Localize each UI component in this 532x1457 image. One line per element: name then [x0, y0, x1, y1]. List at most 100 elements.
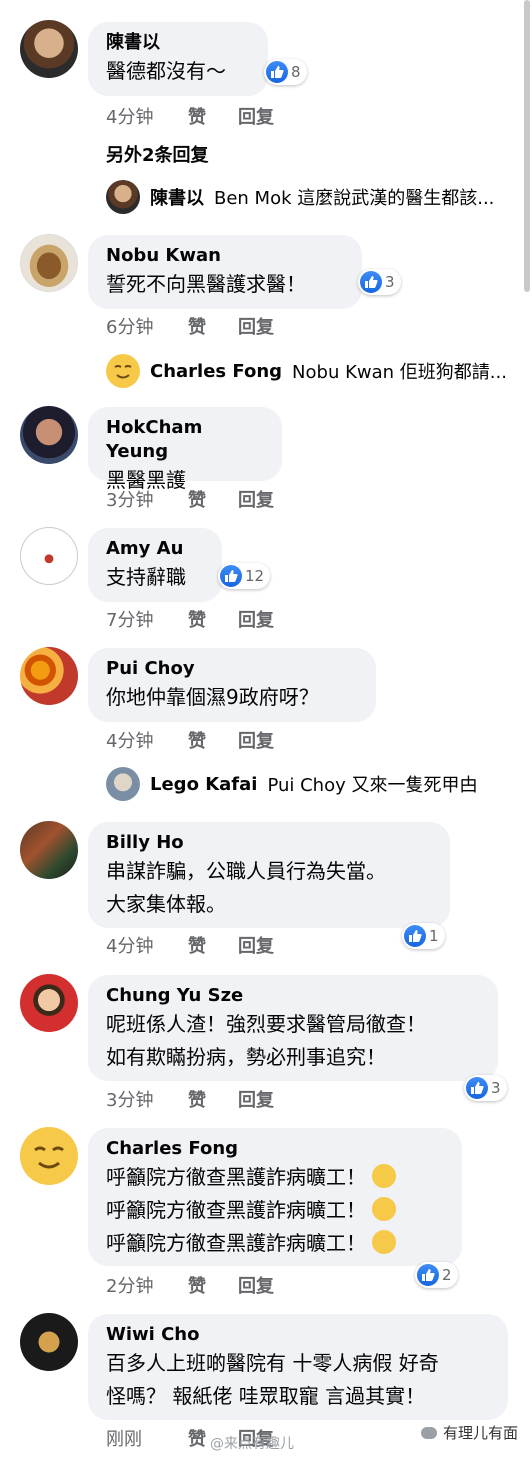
- thumbs-up-icon: [466, 1077, 488, 1099]
- comment-line: 呼籲院方徹查黑護詐病曠工！: [106, 1231, 366, 1255]
- comment-text: 怪嗎？ 報紙佬 哇眾取寵 言過其實！: [106, 1384, 426, 1408]
- like-button[interactable]: 赞: [188, 727, 238, 753]
- comment-bubble: Billy Ho 串謀詐騙，公職人員行為失當。 大家集体報。: [88, 822, 450, 928]
- comment-actions: 2分钟 赞 回复: [106, 1272, 298, 1298]
- comment-line: 呼籲院方徹查黑護詐病曠工！: [106, 1198, 366, 1222]
- avatar[interactable]: [20, 406, 78, 464]
- comment-author[interactable]: HokCham Yeung: [106, 416, 264, 464]
- comment-bubble: Charles Fong 呼籲院方徹查黑護詐病曠工！ 呼籲院方徹查黑護詐病曠工！…: [88, 1128, 462, 1266]
- reply-author: Lego Kafai: [150, 773, 258, 795]
- thumbs-up-icon: [417, 1264, 439, 1286]
- reaction-count[interactable]: 3: [464, 1075, 507, 1101]
- reaction-number: 2: [442, 1266, 452, 1284]
- reaction-count[interactable]: 12: [218, 563, 271, 589]
- like-button[interactable]: 赞: [188, 1086, 238, 1112]
- reply-button[interactable]: 回复: [238, 932, 298, 958]
- reply-author: Charles Fong: [150, 360, 283, 382]
- reply-preview[interactable]: Lego Kafai Pui Choy 又來一隻死甲甴: [106, 767, 516, 801]
- relieved-face-icon: [372, 1164, 397, 1188]
- reaction-count[interactable]: 3: [358, 269, 401, 295]
- like-button[interactable]: 赞: [188, 103, 238, 129]
- comment-text: 醫德都沒有～: [106, 59, 226, 83]
- comment-text: 呢班係人渣！強烈要求醫管局徹查！: [106, 1012, 426, 1036]
- reaction-count[interactable]: 8: [264, 59, 307, 85]
- comment-author[interactable]: Amy Au: [106, 537, 204, 561]
- like-button[interactable]: 赞: [188, 1272, 238, 1298]
- wechat-icon: [420, 1426, 437, 1439]
- reply-button[interactable]: 回复: [238, 1086, 298, 1112]
- reaction-number: 3: [385, 273, 395, 291]
- like-button[interactable]: 赞: [188, 313, 238, 339]
- comment-bubble: Nobu Kwan 誓死不向黑醫護求醫！: [88, 235, 362, 309]
- comment-text: 如有欺瞞扮病，勢必刑事追究！: [106, 1045, 386, 1069]
- avatar: [106, 767, 140, 801]
- scrollbar[interactable]: [524, 0, 530, 292]
- comment-author[interactable]: Billy Ho: [106, 831, 432, 855]
- comment-text: 百多人上班啲醫院有 十零人病假 好奇: [106, 1351, 439, 1375]
- smiling-face-icon: [106, 354, 140, 388]
- relieved-face-icon: [372, 1230, 397, 1254]
- reply-text: Nobu Kwan 佢班狗都請...: [292, 362, 507, 383]
- comment-time[interactable]: 4分钟: [106, 103, 188, 129]
- wechat-watermark: 有理儿有面: [420, 1422, 518, 1443]
- comment-author[interactable]: Charles Fong: [106, 1137, 444, 1161]
- comment-author[interactable]: Nobu Kwan: [106, 244, 344, 268]
- comment-actions: 4分钟 赞 回复: [106, 932, 298, 958]
- avatar[interactable]: [20, 974, 78, 1032]
- comment-actions: 6分钟 赞 回复: [106, 313, 298, 339]
- reply-button[interactable]: 回复: [238, 103, 298, 129]
- comment-text: 呼籲院方徹查黑護詐病曠工！: [106, 1161, 444, 1194]
- comment-bubble: Amy Au 支持辭職: [88, 528, 222, 602]
- avatar: [106, 180, 140, 214]
- avatar[interactable]: [20, 821, 78, 879]
- comment-time[interactable]: 6分钟: [106, 313, 188, 339]
- reply-preview[interactable]: 陳書以 Ben Mok 這麼說武漢的醫生都該...: [106, 180, 516, 214]
- comment-bubble: 陳書以 醫德都沒有～: [88, 22, 268, 96]
- smiling-face-icon[interactable]: [20, 1127, 78, 1185]
- reply-button[interactable]: 回复: [238, 313, 298, 339]
- comment-text: 你地仲靠個濕9政府呀？: [106, 685, 319, 709]
- comment-time[interactable]: 3分钟: [106, 1086, 188, 1112]
- comment-actions: 3分钟 赞 回复: [106, 486, 298, 512]
- comment-time[interactable]: 4分钟: [106, 932, 188, 958]
- weibo-watermark: @来点有趣儿: [210, 1436, 294, 1452]
- reply-button[interactable]: 回复: [238, 606, 298, 632]
- like-button[interactable]: 赞: [188, 486, 238, 512]
- comment-bubble: Pui Choy 你地仲靠個濕9政府呀？: [88, 648, 376, 722]
- comment-author[interactable]: 陳書以: [106, 31, 250, 55]
- reply-button[interactable]: 回复: [238, 486, 298, 512]
- like-button[interactable]: 赞: [188, 932, 238, 958]
- avatar[interactable]: [20, 527, 78, 585]
- comment-author[interactable]: Chung Yu Sze: [106, 984, 480, 1008]
- comment-text: 大家集体報。: [106, 892, 226, 916]
- comment-text: 呼籲院方徹查黑護詐病曠工！: [106, 1227, 444, 1260]
- reply-preview[interactable]: Charles Fong Nobu Kwan 佢班狗都請...: [106, 354, 516, 388]
- reaction-count[interactable]: 2: [415, 1262, 458, 1288]
- comment-actions: 3分钟 赞 回复: [106, 1086, 298, 1112]
- avatar[interactable]: [20, 234, 78, 292]
- like-button[interactable]: 赞: [188, 606, 238, 632]
- comment-bubble: Wiwi Cho 百多人上班啲醫院有 十零人病假 好奇 怪嗎？ 報紙佬 哇眾取寵…: [88, 1314, 508, 1420]
- reply-button[interactable]: 回复: [238, 727, 298, 753]
- view-more-replies[interactable]: 另外2条回复: [106, 141, 209, 167]
- reaction-number: 3: [491, 1079, 501, 1097]
- avatar[interactable]: [20, 647, 78, 705]
- comment-time[interactable]: 7分钟: [106, 606, 188, 632]
- thumbs-up-icon: [360, 271, 382, 293]
- reaction-number: 1: [429, 927, 439, 945]
- comment-author[interactable]: Wiwi Cho: [106, 1323, 490, 1347]
- thumbs-up-icon: [266, 61, 288, 83]
- comment-time[interactable]: 刚刚: [106, 1425, 188, 1451]
- thumbs-up-icon: [404, 925, 426, 947]
- reply-button[interactable]: 回复: [238, 1272, 298, 1298]
- reaction-count[interactable]: 1: [402, 923, 445, 949]
- avatar[interactable]: [20, 1313, 78, 1371]
- comment-time[interactable]: 3分钟: [106, 486, 188, 512]
- avatar[interactable]: [20, 20, 78, 78]
- relieved-face-icon: [372, 1197, 397, 1221]
- comment-time[interactable]: 2分钟: [106, 1272, 188, 1298]
- comment-author[interactable]: Pui Choy: [106, 657, 358, 681]
- comment-time[interactable]: 4分钟: [106, 727, 188, 753]
- thumbs-up-icon: [220, 565, 242, 587]
- comment-text: 支持辭職: [106, 565, 186, 589]
